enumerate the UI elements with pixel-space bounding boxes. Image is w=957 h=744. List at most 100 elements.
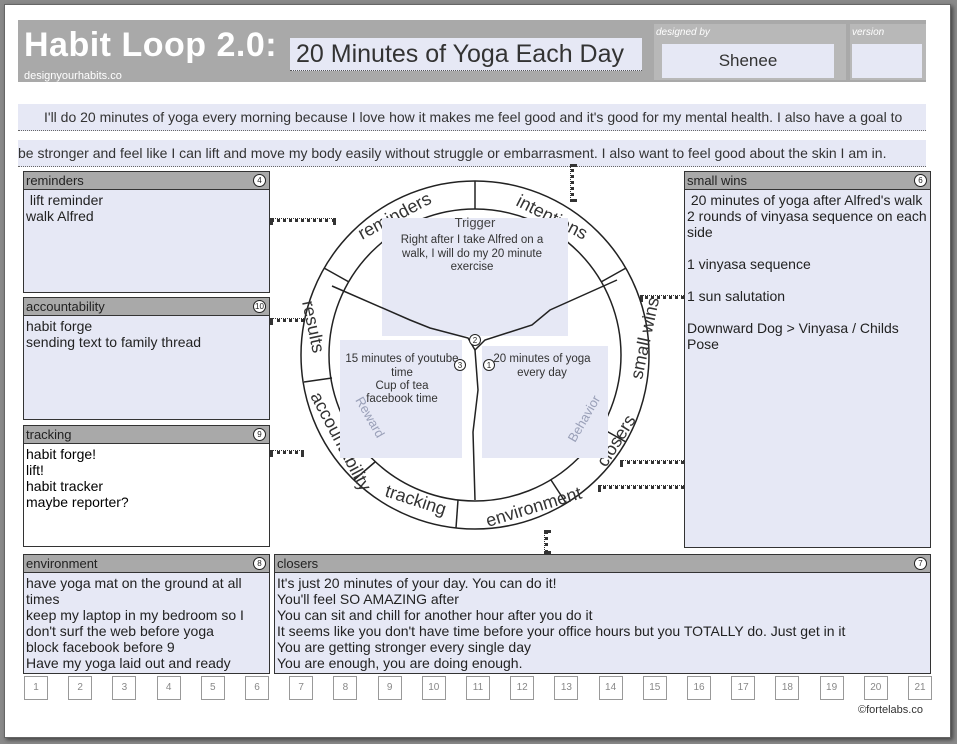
site-url: designyourhabits.co: [24, 70, 122, 82]
small-wins-number: 6: [914, 174, 927, 187]
designer-name: Shenee: [718, 51, 778, 70]
header-bar: Habit Loop 2.0: designyourhabits.co 20 M…: [18, 20, 926, 82]
list-item: [687, 272, 928, 288]
designer-field[interactable]: Shenee: [662, 44, 834, 78]
behavior-text-line: 20 minutes of yoga: [493, 353, 591, 365]
list-item: sending text to family thread: [26, 334, 202, 350]
small-wins-header: small wins 6: [685, 172, 930, 190]
list-item: walk Alfred: [26, 208, 94, 224]
habit-title: 20 Minutes of Yoga Each Day: [296, 40, 625, 68]
reward-text-line: 15 minutes of youtube: [345, 353, 458, 365]
day-box[interactable]: 13: [554, 676, 579, 700]
version-label: version: [852, 27, 885, 38]
small-wins-title: small wins: [687, 173, 747, 188]
day-box[interactable]: 11: [466, 676, 490, 700]
closers-header: closers 7: [275, 555, 930, 573]
list-item: maybe reporter?: [26, 494, 129, 510]
list-item: Downward Dog > Vinyasa / Childs Pose: [687, 320, 903, 352]
small-wins-panel[interactable]: small wins 6 20 minutes of yoga after Alf…: [684, 171, 931, 548]
accountability-title: accountability: [26, 299, 105, 314]
day-box[interactable]: 9: [377, 676, 402, 700]
habit-title-field[interactable]: 20 Minutes of Yoga Each Day: [290, 38, 642, 71]
day-box[interactable]: 2: [68, 676, 93, 700]
trigger-text-line: exercise: [451, 261, 494, 273]
list-item: 1 sun salutation: [687, 288, 786, 304]
day-box[interactable]: 20: [863, 676, 888, 700]
list-item: You are enough, you are doing enough.: [277, 655, 523, 671]
list-item: It's just 20 minutes of your day. You ca…: [277, 575, 557, 591]
day-box[interactable]: 14: [598, 676, 623, 700]
tracking-panel[interactable]: tracking 9 habit forge! lift! habit track…: [23, 425, 270, 547]
accountability-panel[interactable]: accountability 10 habit forge sending tex…: [23, 297, 270, 420]
credit: ©fortelabs.co: [858, 704, 923, 716]
day-box[interactable]: 21: [908, 676, 932, 700]
trigger-label: Trigger: [455, 215, 496, 230]
environment-number: 8: [253, 557, 266, 570]
list-item: [687, 304, 928, 320]
list-item: habit forge!: [26, 446, 97, 462]
list-item: [687, 240, 928, 256]
list-item: It seems like you don't have time before…: [277, 623, 846, 639]
list-item: You can sit and chill for another hour a…: [277, 607, 593, 623]
day-box[interactable]: 7: [289, 676, 314, 700]
closers-body: It's just 20 minutes of your day. You ca…: [275, 573, 930, 673]
closers-number: 7: [914, 557, 927, 570]
trigger-text-line: Right after I take Alfred on a: [401, 234, 544, 246]
reward-text-line: Cup of tea: [375, 380, 429, 392]
goal-statement[interactable]: 5 I'll do 20 minutes of yoga every morni…: [18, 100, 926, 167]
day-box[interactable]: 8: [333, 676, 358, 700]
tracking-number: 9: [253, 428, 266, 441]
reminders-body: lift reminder walk Alfred: [24, 190, 269, 226]
tracking-body: habit forge! lift! habit tracker maybe r…: [24, 444, 269, 512]
reward-text-line: facebook time: [366, 393, 438, 405]
tracking-title: tracking: [26, 427, 72, 442]
environment-panel[interactable]: environment 8 have yoga mat on the ground…: [23, 554, 270, 674]
list-item: keep my laptop in my bedroom so I don't …: [26, 607, 248, 639]
list-item: You are getting stronger every single da…: [277, 639, 531, 655]
environment-body: have yoga mat on the ground at all times…: [24, 573, 269, 673]
list-item: block facebook before 9: [26, 639, 175, 655]
environment-header: environment 8: [24, 555, 269, 573]
trigger-number: 2: [473, 336, 478, 345]
day-box[interactable]: 16: [687, 676, 711, 700]
reminders-panel[interactable]: reminders 4 lift reminder walk Alfred: [23, 171, 270, 293]
environment-title: environment: [26, 556, 98, 571]
day-box[interactable]: 5: [200, 676, 225, 700]
version-field[interactable]: [852, 44, 922, 78]
day-box[interactable]: 17: [731, 676, 756, 700]
app-title: Habit Loop 2.0:: [24, 26, 278, 64]
behavior-number: 1: [487, 361, 492, 370]
tracking-header: tracking 9: [24, 426, 269, 444]
day-box[interactable]: 3: [112, 676, 137, 700]
accountability-body: habit forge sending text to family threa…: [24, 316, 269, 352]
day-box[interactable]: 1: [24, 676, 48, 700]
day-box[interactable]: 4: [156, 676, 181, 700]
list-item: habit forge: [26, 318, 93, 334]
day-box[interactable]: 18: [775, 676, 800, 700]
list-item: Have my yoga laid out and ready: [26, 655, 231, 671]
habit-loop-wheel: reminders intentions small wins closers …: [298, 180, 663, 531]
day-box[interactable]: 6: [245, 676, 269, 700]
list-item: 2 rounds of vinyasa sequence on each sid…: [687, 208, 931, 240]
list-item: You'll feel SO AMAZING after: [277, 591, 459, 607]
reminders-title: reminders: [26, 173, 84, 188]
list-item: lift reminder: [26, 192, 104, 208]
list-item: have yoga mat on the ground at all times: [26, 575, 246, 607]
day-box[interactable]: 10: [421, 676, 446, 700]
designed-by-label: designed by: [656, 27, 710, 38]
goal-line-1: I'll do 20 minutes of yoga every morning…: [18, 104, 926, 131]
reminders-header: reminders 4: [24, 172, 269, 190]
closers-title: closers: [277, 556, 319, 571]
list-item: 1 vinyasa sequence: [687, 256, 811, 272]
day-box[interactable]: 12: [510, 676, 535, 700]
designed-by-box: designed by Shenee: [654, 24, 846, 80]
reward-text-line: time: [391, 367, 413, 379]
closers-panel[interactable]: closers 7 It's just 20 minutes of your da…: [274, 554, 931, 674]
trigger-text-line: walk, I will do my 20 minute: [401, 248, 542, 260]
list-item: lift!: [26, 462, 44, 478]
small-wins-body: 20 minutes of yoga after Alfred's walk 2…: [685, 190, 930, 354]
day-box[interactable]: 19: [819, 676, 844, 700]
list-item: habit tracker: [26, 478, 104, 494]
day-box[interactable]: 15: [642, 676, 667, 700]
behavior-text-line: every day: [517, 367, 567, 379]
